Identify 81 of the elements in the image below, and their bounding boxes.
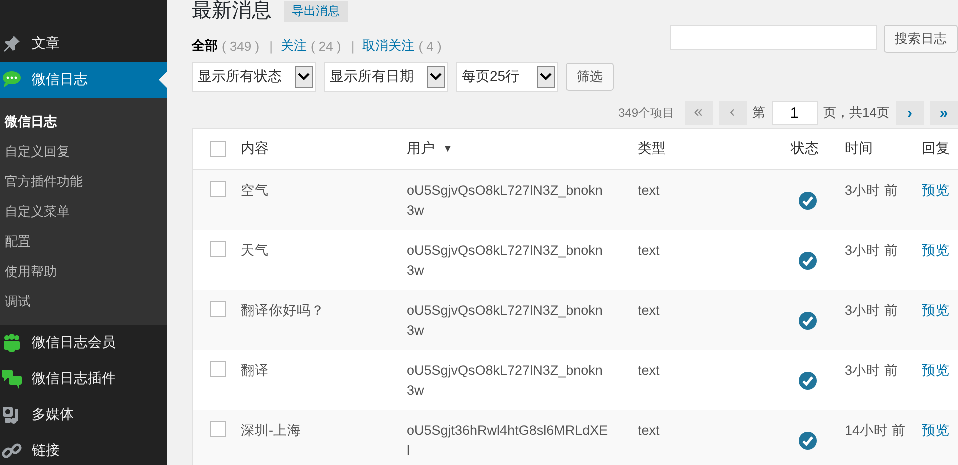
submenu-item[interactable]: 配置: [0, 227, 167, 257]
column-header[interactable]: 时间: [845, 140, 873, 158]
page-label: 第: [752, 104, 766, 122]
view-link[interactable]: 全部: [192, 37, 218, 55]
row-checkbox[interactable]: [210, 361, 226, 377]
column-header[interactable]: 状态: [791, 140, 819, 158]
content-cell: 空气: [241, 183, 269, 198]
next-page-button[interactable]: ›: [896, 101, 924, 125]
time-cell: 3小时 前: [845, 243, 898, 258]
preview-link[interactable]: 预览: [922, 183, 950, 198]
export-button[interactable]: 导出消息: [284, 0, 348, 22]
sort-indicator: ▼: [443, 144, 453, 154]
row-checkbox[interactable]: [210, 241, 226, 257]
type-cell: text: [638, 363, 660, 378]
submenu-item[interactable]: 自定义回复: [0, 137, 167, 167]
link-icon: [2, 441, 22, 461]
submenu-item[interactable]: 微信日志: [0, 107, 167, 137]
item-count: 349个项目: [618, 104, 675, 122]
dropdown[interactable]: 显示所有状态: [192, 62, 316, 92]
caret-icon: [427, 66, 445, 88]
user-cell: oU5Sgjt36hRwl4htG8sl6MRLdXEl: [407, 423, 608, 458]
user-cell: oU5SgjvQsO8kL727lN3Z_bnokn3w: [407, 303, 603, 338]
submenu-item[interactable]: 自定义菜单: [0, 197, 167, 227]
type-cell: text: [638, 303, 660, 318]
user-cell: oU5SgjvQsO8kL727lN3Z_bnokn3w: [407, 363, 603, 398]
menu-item[interactable]: 链接: [0, 433, 167, 465]
filter-button[interactable]: 筛选: [566, 63, 614, 91]
search-button[interactable]: 搜索日志: [884, 25, 958, 53]
column-header[interactable]: 回复: [922, 140, 950, 158]
view-count: ( 349 ): [222, 38, 260, 54]
content-cell: 天气: [241, 243, 269, 258]
preview-link[interactable]: 预览: [922, 243, 950, 258]
time-cell: 3小时 前: [845, 363, 898, 378]
content-cell: 翻译你好吗？: [241, 303, 325, 318]
type-cell: text: [638, 183, 660, 198]
time-cell: 3小时 前: [845, 183, 898, 198]
menu-item[interactable]: 多媒体: [0, 397, 167, 433]
submenu-item[interactable]: 调试: [0, 287, 167, 317]
separator: |: [351, 38, 355, 54]
search-field[interactable]: [670, 25, 877, 50]
menu-item[interactable]: 微信日志插件: [0, 361, 167, 397]
view-link[interactable]: 取消关注: [362, 37, 415, 55]
column-header[interactable]: 类型: [638, 140, 666, 158]
chat-bubbles-icon: [2, 369, 22, 389]
page-title: 最新消息: [192, 0, 272, 22]
dropdown[interactable]: 显示所有日期: [324, 62, 448, 92]
content-cell: 翻译: [241, 363, 269, 378]
column-header[interactable]: 内容: [241, 140, 269, 158]
people-icon: [2, 333, 22, 353]
user-cell: oU5SgjvQsO8kL727lN3Z_bnokn3w: [407, 243, 603, 278]
select-all-checkbox[interactable]: [210, 141, 226, 157]
type-cell: text: [638, 243, 660, 258]
submenu-item[interactable]: 官方插件功能: [0, 167, 167, 197]
last-page-button[interactable]: »: [930, 101, 958, 125]
row-checkbox[interactable]: [210, 301, 226, 317]
row-checkbox[interactable]: [210, 421, 226, 437]
user-cell: oU5SgjvQsO8kL727lN3Z_bnokn3w: [407, 183, 603, 218]
view-count: ( 4 ): [418, 38, 442, 54]
menu-item[interactable]: 微信日志: [0, 62, 167, 98]
submenu-item[interactable]: 使用帮助: [0, 257, 167, 287]
preview-link[interactable]: 预览: [922, 363, 950, 378]
type-cell: text: [638, 423, 660, 438]
pin-icon: [2, 34, 22, 54]
row-checkbox[interactable]: [210, 181, 226, 197]
caret-icon: [537, 66, 555, 88]
caret-icon: [295, 66, 313, 88]
chat-bubble-icon: [2, 70, 22, 90]
content-cell: 深圳-上海: [241, 423, 302, 438]
preview-link[interactable]: 预览: [922, 303, 950, 318]
menu-item[interactable]: 文章: [0, 26, 167, 62]
view-link[interactable]: 关注: [280, 37, 307, 55]
time-cell: 3小时 前: [845, 303, 898, 318]
view-count: ( 24 ): [310, 38, 342, 54]
page-total: 页，共14页: [824, 104, 890, 122]
separator: |: [270, 38, 273, 54]
page-field[interactable]: 1: [772, 101, 818, 125]
time-cell: 14小时 前: [845, 423, 906, 438]
menu-item[interactable]: 微信日志会员: [0, 325, 167, 361]
dropdown[interactable]: 每页25行: [456, 62, 558, 92]
column-header[interactable]: 用户: [407, 140, 435, 158]
preview-link[interactable]: 预览: [922, 423, 950, 438]
